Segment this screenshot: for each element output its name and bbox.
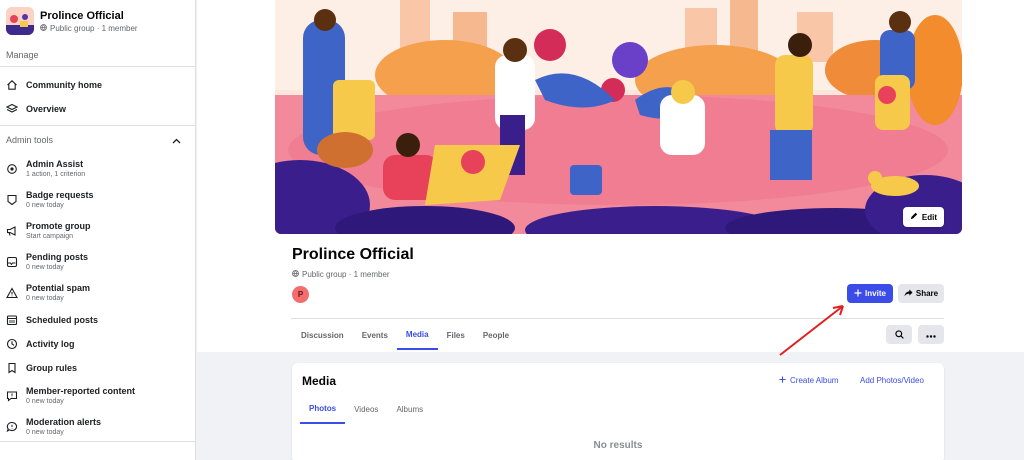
no-results-text: No results xyxy=(593,440,643,451)
clock-icon xyxy=(6,338,18,350)
group-meta: Public group · 1 member xyxy=(302,270,390,279)
cover-illustration xyxy=(275,0,962,234)
add-photos-video-link[interactable]: Add Photos/Video xyxy=(860,376,924,385)
plus-icon xyxy=(779,376,786,385)
tab-files[interactable]: Files xyxy=(438,320,474,350)
edit-cover-button[interactable]: Edit xyxy=(902,207,944,227)
home-icon xyxy=(6,79,18,91)
manage-label: Manage xyxy=(0,42,195,67)
sidebar-group-meta: Public group · 1 member xyxy=(50,23,138,33)
gear-icon xyxy=(6,163,18,175)
media-tabs: Photos Videos Albums xyxy=(300,395,432,424)
badge-icon xyxy=(6,194,18,206)
group-avatar xyxy=(6,7,34,35)
sidebar-item-member-reported-content[interactable]: Member-reported content 0 new today xyxy=(0,380,195,411)
share-arrow-icon xyxy=(904,288,913,299)
member-avatar[interactable]: P xyxy=(292,286,309,303)
pending-icon xyxy=(6,256,18,268)
calendar-icon xyxy=(6,314,18,326)
sidebar-item-community-home[interactable]: Community home xyxy=(0,73,195,97)
megaphone-icon xyxy=(6,225,18,237)
tab-events[interactable]: Events xyxy=(353,320,397,350)
sidebar-item-activity-log[interactable]: Activity log xyxy=(0,332,195,356)
report-icon xyxy=(6,390,18,402)
pencil-icon xyxy=(910,212,918,222)
media-tab-videos[interactable]: Videos xyxy=(345,395,387,424)
group-tabs: Discussion Events Media Files People xyxy=(291,320,518,352)
sidebar-divider xyxy=(0,441,195,442)
sidebar-item-scheduled-posts[interactable]: Scheduled posts xyxy=(0,308,195,332)
search-icon xyxy=(894,326,904,344)
create-album-link[interactable]: Create Album xyxy=(779,376,838,385)
rules-icon xyxy=(6,362,18,374)
media-tab-albums[interactable]: Albums xyxy=(387,395,432,424)
layers-icon xyxy=(6,103,18,115)
search-button[interactable] xyxy=(886,325,912,344)
chevron-up-icon[interactable] xyxy=(172,131,181,149)
sidebar-item-potential-spam[interactable]: Potential spam 0 new today xyxy=(0,277,195,308)
sidebar-group-name: Prolince Official xyxy=(40,9,124,22)
page-title: Prolince Official xyxy=(292,246,414,263)
alert-bubble-icon xyxy=(6,421,18,433)
sidebar-item-moderation-alerts[interactable]: Moderation alerts 0 new today xyxy=(0,411,195,442)
sidebar: Prolince Official Public group · 1 membe… xyxy=(0,0,196,460)
media-card: Media Create Album Add Photos/Video Phot… xyxy=(292,363,944,460)
tab-media[interactable]: Media xyxy=(396,320,438,350)
tab-people[interactable]: People xyxy=(474,320,518,350)
share-button[interactable]: Share xyxy=(898,284,944,303)
more-icon xyxy=(926,330,936,340)
sidebar-item-badge-requests[interactable]: Badge requests 0 new today xyxy=(0,184,195,215)
sidebar-item-promote-group[interactable]: Promote group Start campaign xyxy=(0,215,195,246)
tab-discussion[interactable]: Discussion xyxy=(291,320,353,350)
cover-photo: Edit xyxy=(275,0,962,234)
sidebar-item-overview[interactable]: Overview xyxy=(0,97,195,121)
annotation-arrow xyxy=(779,305,844,356)
globe-icon xyxy=(292,270,299,279)
media-title: Media xyxy=(302,374,337,388)
sidebar-item-pending-posts[interactable]: Pending posts 0 new today xyxy=(0,246,195,277)
more-options-button[interactable] xyxy=(918,325,944,344)
admin-tools-section[interactable]: Admin tools xyxy=(0,125,195,153)
warning-icon xyxy=(6,286,18,299)
globe-icon xyxy=(40,23,47,33)
media-tab-photos[interactable]: Photos xyxy=(300,395,346,424)
plus-icon xyxy=(854,289,862,299)
sidebar-item-admin-assist[interactable]: Admin Assist 1 action, 1 criterion xyxy=(0,153,195,184)
sidebar-group-header[interactable]: Prolince Official Public group · 1 membe… xyxy=(0,0,195,42)
sidebar-item-group-rules[interactable]: Group rules xyxy=(0,356,195,380)
